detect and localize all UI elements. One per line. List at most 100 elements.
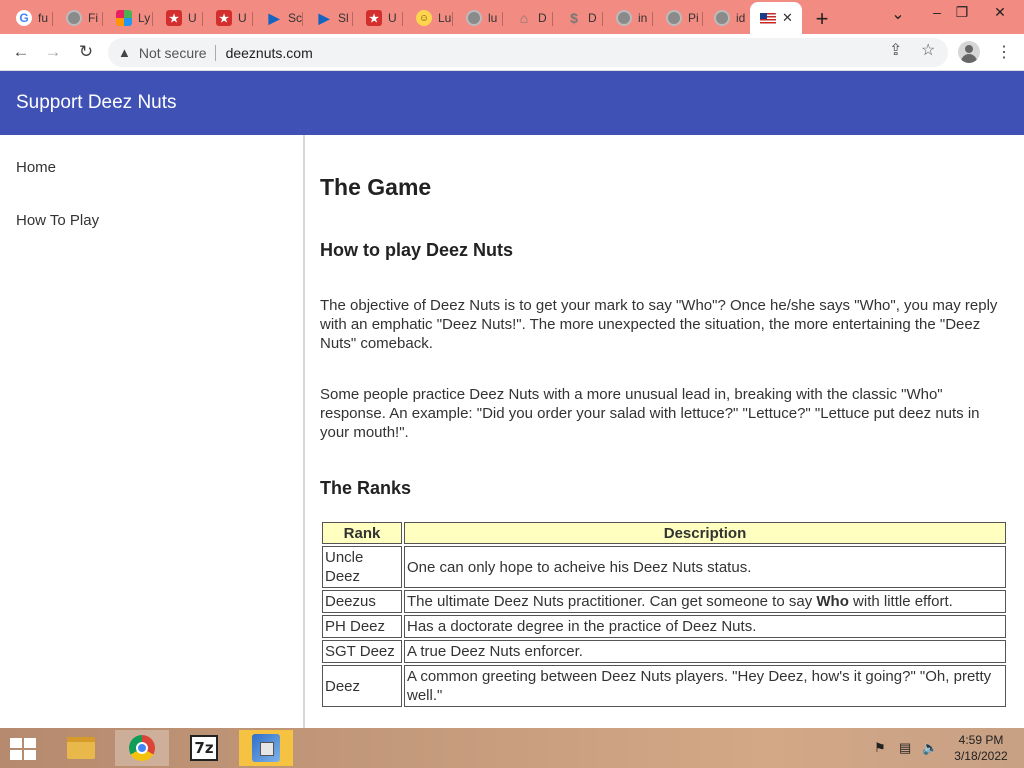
table-header-row: Rank Description (322, 522, 1006, 544)
tab-title: Sc (288, 11, 303, 25)
google-g-icon: G (16, 10, 32, 26)
rank-cell: Deezus (322, 590, 402, 613)
dollar-icon: $ (570, 10, 578, 26)
taskbar-7zip[interactable]: 7z (177, 730, 231, 766)
description-bold-word: Who (816, 593, 849, 610)
sidebar-item-home[interactable]: Home (16, 159, 56, 176)
taskbar-chrome[interactable] (115, 730, 169, 766)
clock-time: 4:59 PM (958, 733, 1004, 747)
description-cell: One can only hope to acheive his Deez Nu… (404, 546, 1006, 588)
tab-title: Lu (438, 11, 452, 25)
description-text: The ultimate Deez Nuts practitioner. Can… (407, 593, 817, 610)
tab-title: Sl (338, 11, 349, 25)
site-header: Support Deez Nuts (0, 71, 1024, 135)
table-row: SGT Deez A true Deez Nuts enforcer. (322, 640, 1006, 663)
browser-tab[interactable]: id (704, 4, 751, 32)
section-heading-how-to-play: How to play Deez Nuts (320, 240, 514, 260)
page-title: The Game (320, 174, 432, 200)
browser-tab-strip: Gfu Fi Ly ★ U ★ U ▶ Sc ▶ Sl ★ U ☺ Lu lu ⌂ D $ D … (0, 0, 1024, 34)
back-arrow-icon[interactable]: ← (9, 40, 33, 64)
smiley-icon: ☺ (416, 10, 432, 26)
colorful-app-icon (116, 10, 132, 26)
browser-tab[interactable]: Fi (56, 4, 103, 32)
file-explorer-icon (67, 737, 95, 759)
bookmark-star-icon[interactable]: ☆ (921, 40, 935, 60)
lead-in-paragraph: Some people practice Deez Nuts with a mo… (320, 386, 980, 441)
clock-date: 3/18/2022 (954, 749, 1008, 763)
system-clock[interactable]: 4:59 PM 3/18/2022 (950, 732, 1012, 764)
rank-cell: Deez (322, 665, 402, 707)
7zip-icon: 7z (190, 735, 218, 761)
sidebar-nav: Home How To Play (0, 135, 305, 728)
network-icon[interactable]: ▤ (899, 740, 911, 756)
table-row: Uncle Deez One can only hope to acheive … (322, 546, 1006, 588)
browser-tab[interactable]: ▶ Sl (306, 4, 353, 32)
table-row: PH Deez Has a doctorate degree in the pr… (322, 615, 1006, 638)
warning-triangle-icon[interactable]: ▲ (118, 45, 131, 60)
tab-title: D (588, 11, 597, 25)
description-cell: The ultimate Deez Nuts practitioner. Can… (404, 590, 1006, 613)
red-star-icon: ★ (166, 10, 182, 26)
globe-icon (714, 10, 730, 26)
tab-title: Fi (88, 11, 98, 25)
close-tab-icon[interactable]: ✕ (782, 10, 793, 26)
tab-search-button[interactable]: ⌄ (886, 4, 910, 24)
new-tab-button[interactable]: + (812, 6, 832, 32)
taskbar-app-installer[interactable] (239, 730, 293, 766)
tab-title: id (736, 11, 746, 25)
red-star-icon: ★ (366, 10, 382, 26)
globe-icon (66, 10, 82, 26)
rank-cell: Uncle Deez (322, 546, 402, 588)
profile-avatar-icon[interactable] (958, 41, 980, 63)
browser-tab[interactable]: Pi (656, 4, 703, 32)
volume-muted-icon[interactable]: 🔈 (922, 740, 938, 756)
share-icon[interactable]: ⇪ (889, 40, 902, 60)
globe-icon (666, 10, 682, 26)
description-cell: A common greeting between Deez Nuts play… (404, 665, 1006, 707)
flag-alert-icon[interactable]: ⚑ (874, 740, 886, 756)
browser-tab[interactable]: Gfu (6, 4, 53, 32)
play-arrow-icon: ▶ (318, 9, 330, 26)
windows-start-icon[interactable] (10, 738, 38, 760)
minimize-button[interactable]: – (925, 4, 949, 20)
browser-tab[interactable]: in (606, 4, 653, 32)
browser-tab[interactable]: Ly (106, 4, 153, 32)
play-arrow-icon: ▶ (268, 9, 280, 26)
globe-icon (616, 10, 632, 26)
site-title[interactable]: Support Deez Nuts (16, 92, 177, 114)
menu-kebab-icon[interactable]: ⋮ (996, 42, 1012, 62)
close-window-button[interactable]: ✕ (988, 4, 1012, 21)
browser-toolbar: ← → ↻ ▲ Not secure deeznuts.com ⇪ ☆ ⋮ (0, 34, 1024, 71)
browser-tab[interactable]: ★ U (206, 4, 253, 32)
tab-title: Pi (688, 11, 699, 25)
windows-taskbar: 7z ⚑ ▤ 🔈 4:59 PM 3/18/2022 (0, 728, 1024, 768)
description-cell: Has a doctorate degree in the practice o… (404, 615, 1006, 638)
tab-title: fu (38, 11, 49, 25)
description-cell: A true Deez Nuts enforcer. (404, 640, 1006, 663)
globe-icon (466, 10, 482, 26)
browser-tab[interactable]: ★ U (156, 4, 203, 32)
browser-tab[interactable]: $ D (556, 4, 603, 32)
browser-tab[interactable]: ⌂ D (506, 4, 553, 32)
us-flag-icon (760, 12, 776, 24)
ranks-table: Rank Description Uncle Deez One can only… (320, 520, 1008, 709)
table-row: Deez A common greeting between Deez Nuts… (322, 665, 1006, 707)
browser-tab[interactable]: lu (456, 4, 503, 32)
browser-tab[interactable]: ★ U (356, 4, 403, 32)
tab-title: U (238, 11, 247, 25)
sidebar-item-how-to-play[interactable]: How To Play (16, 212, 99, 229)
active-browser-tab[interactable]: ✕ (750, 2, 802, 34)
tab-title: Ly (138, 11, 151, 25)
address-bar[interactable]: ▲ Not secure deeznuts.com (108, 38, 948, 67)
reload-icon[interactable]: ↻ (74, 40, 98, 64)
forward-arrow-icon[interactable]: → (41, 40, 65, 64)
main-content: The Game How to play Deez Nuts The objec… (320, 135, 1010, 728)
security-label[interactable]: Not secure (139, 45, 207, 61)
browser-tab[interactable]: ▶ Sc (256, 4, 303, 32)
tab-title: U (188, 11, 197, 25)
taskbar-file-explorer[interactable] (54, 730, 108, 766)
column-header-description: Description (404, 522, 1006, 544)
browser-tab[interactable]: ☺ Lu (406, 4, 453, 32)
restore-button[interactable]: ❐ (950, 4, 974, 21)
url-text[interactable]: deeznuts.com (226, 45, 313, 61)
